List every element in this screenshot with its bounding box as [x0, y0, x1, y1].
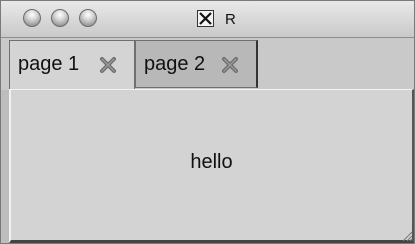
close-icon[interactable] [98, 55, 118, 75]
app-window: R page 1 page 2 hello [0, 0, 415, 244]
tab-content-panel: hello [9, 89, 414, 243]
close-window-button[interactable] [23, 9, 41, 27]
window-title: R [225, 11, 236, 28]
zoom-window-button[interactable] [79, 9, 97, 27]
tab-page-2[interactable]: page 2 [135, 40, 258, 88]
title-bar[interactable]: R [1, 1, 414, 38]
content-label: hello [190, 151, 233, 173]
tab-label: page 1 [18, 53, 80, 75]
tab-label: page 2 [144, 53, 206, 75]
tab-page-1[interactable]: page 1 [9, 40, 135, 92]
resize-grip-icon[interactable] [399, 228, 413, 242]
close-icon[interactable] [220, 55, 240, 75]
tab-bar: page 1 page 2 [1, 38, 414, 92]
x11-icon [197, 10, 214, 27]
minimize-window-button[interactable] [51, 9, 69, 27]
